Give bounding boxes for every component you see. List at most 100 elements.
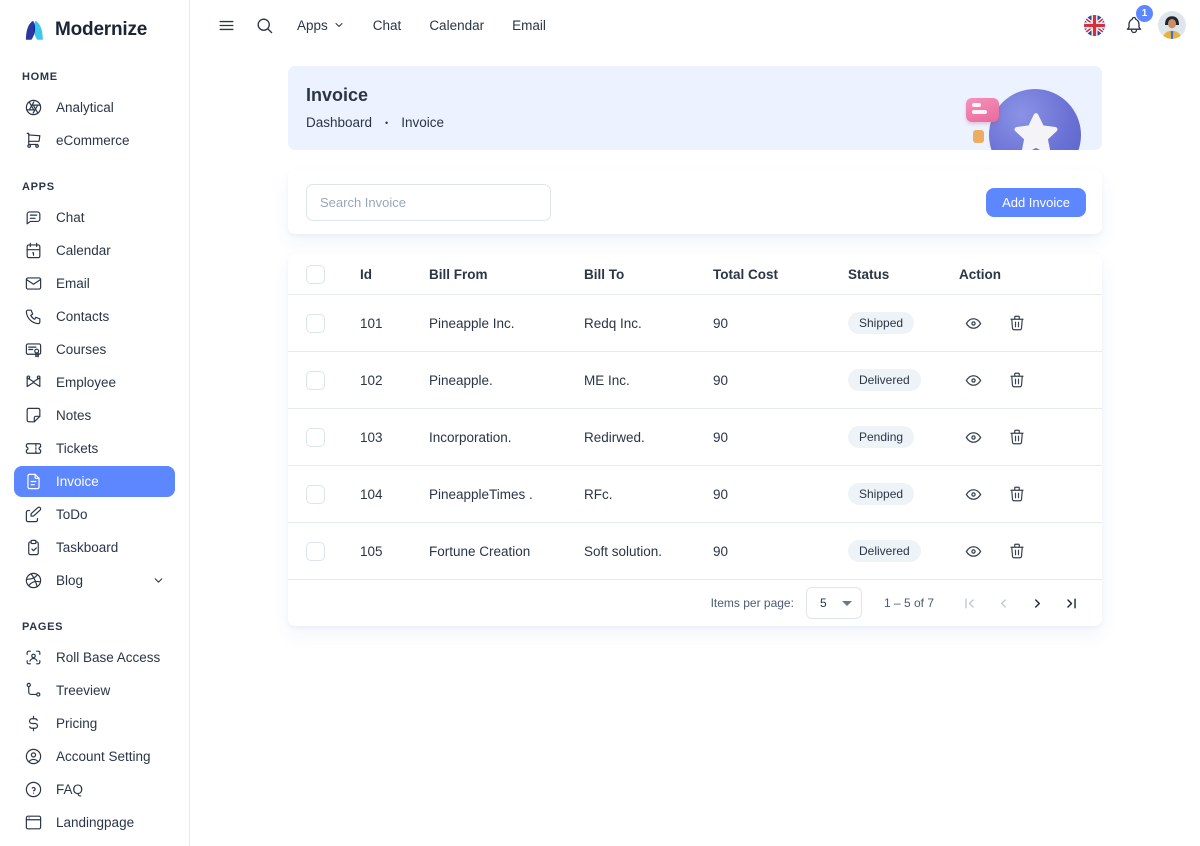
column-header-id: Id — [360, 267, 429, 282]
ticket-icon — [24, 439, 43, 458]
nav-email-link[interactable]: Email — [501, 12, 557, 39]
main-area: Apps Chat Calendar Email — [190, 0, 1200, 846]
sidebar-item-employee[interactable]: Employee — [14, 367, 175, 398]
delete-invoice-button[interactable] — [1003, 309, 1031, 337]
chevron-down-icon — [333, 19, 345, 31]
add-invoice-button[interactable]: Add Invoice — [986, 188, 1086, 217]
certificate-icon — [24, 340, 43, 359]
page-content: Invoice Dashboard • Invoice — [190, 50, 1200, 846]
sidebar: Modernize HOME Analytical eCommerce APPS… — [0, 0, 190, 846]
row-checkbox[interactable] — [306, 542, 325, 561]
sidebar-item-roll-base-access[interactable]: Roll Base Access — [14, 642, 175, 673]
delete-invoice-button[interactable] — [1003, 537, 1031, 565]
column-header-action: Action — [958, 267, 1102, 282]
sidebar-item-notes[interactable]: Notes — [14, 400, 175, 431]
delete-invoice-button[interactable] — [1003, 366, 1031, 394]
view-invoice-button[interactable] — [959, 366, 987, 394]
trash-icon — [1008, 314, 1026, 332]
employee-badge-icon — [24, 373, 43, 392]
next-page-button[interactable] — [1020, 586, 1054, 620]
row-checkbox[interactable] — [306, 485, 325, 504]
sidebar-item-pricing[interactable]: Pricing — [14, 708, 175, 739]
cell-total-cost: 90 — [713, 544, 848, 559]
trash-icon — [1008, 485, 1026, 503]
previous-page-button[interactable] — [986, 586, 1020, 620]
cell-bill-to: Soft solution. — [584, 544, 713, 559]
view-invoice-button[interactable] — [959, 423, 987, 451]
invoice-table-card: Id Bill From Bill To Total Cost Status A… — [288, 254, 1102, 626]
cell-total-cost: 90 — [713, 316, 848, 331]
cell-id: 105 — [360, 544, 429, 559]
sidebar-item-todo[interactable]: ToDo — [14, 499, 175, 530]
hamburger-menu-button[interactable] — [210, 9, 242, 41]
sidebar-item-label: Treeview — [56, 683, 110, 698]
sidebar-item-label: FAQ — [56, 782, 83, 797]
status-badge: Shipped — [848, 312, 914, 334]
select-all-checkbox[interactable] — [306, 265, 325, 284]
mail-icon — [24, 274, 43, 293]
table-header-row: Id Bill From Bill To Total Cost Status A… — [288, 254, 1102, 295]
sidebar-item-tickets[interactable]: Tickets — [14, 433, 175, 464]
delete-invoice-button[interactable] — [1003, 480, 1031, 508]
trash-icon — [1008, 428, 1026, 446]
language-flag-button[interactable] — [1078, 9, 1110, 41]
sidebar-item-ecommerce[interactable]: eCommerce — [14, 125, 175, 156]
search-invoice-input[interactable] — [306, 184, 551, 221]
sidebar-item-landingpage[interactable]: Landingpage — [14, 807, 175, 838]
column-header-total-cost: Total Cost — [713, 267, 848, 282]
sidebar-item-courses[interactable]: Courses — [14, 334, 175, 365]
sidebar-item-blog[interactable]: Blog — [14, 565, 175, 596]
sidebar-item-account-setting[interactable]: Account Setting — [14, 741, 175, 772]
search-icon[interactable] — [248, 9, 280, 41]
cell-total-cost: 90 — [713, 430, 848, 445]
nav-calendar-link[interactable]: Calendar — [418, 12, 495, 39]
sidebar-item-faq[interactable]: FAQ — [14, 774, 175, 805]
nav-apps-dropdown[interactable]: Apps — [286, 12, 356, 39]
status-badge: Delivered — [848, 369, 921, 391]
phone-icon — [24, 307, 43, 326]
sidebar-item-calendar[interactable]: Calendar — [14, 235, 175, 266]
delete-invoice-button[interactable] — [1003, 423, 1031, 451]
chevron-left-icon — [995, 595, 1012, 612]
section-title-apps: APPS — [22, 181, 175, 193]
view-invoice-button[interactable] — [959, 537, 987, 565]
sidebar-item-taskboard[interactable]: Taskboard — [14, 532, 175, 563]
brand-logo[interactable]: Modernize — [14, 14, 175, 46]
modernize-logo-icon — [20, 17, 47, 44]
cell-bill-from: Pineapple. — [429, 373, 584, 388]
table-row: 103 Incorporation. Redirwed. 90 Pending — [288, 409, 1102, 466]
nav-chat-link[interactable]: Chat — [362, 12, 413, 39]
blog-icon — [24, 571, 43, 590]
items-per-page-select[interactable]: 5 — [806, 587, 862, 619]
items-per-page-label: Items per page: — [711, 596, 794, 610]
first-page-button[interactable] — [952, 586, 986, 620]
chevron-down-icon — [152, 574, 165, 587]
last-page-icon — [1063, 595, 1080, 612]
trash-icon — [1008, 371, 1026, 389]
breadcrumb-card: Invoice Dashboard • Invoice — [288, 66, 1102, 150]
view-invoice-button[interactable] — [959, 309, 987, 337]
sidebar-item-chat[interactable]: Chat — [14, 202, 175, 233]
column-header-bill-to: Bill To — [584, 267, 713, 282]
clipboard-icon — [24, 538, 43, 557]
top-header: Apps Chat Calendar Email — [190, 0, 1200, 50]
user-avatar[interactable] — [1158, 11, 1186, 39]
notifications-button[interactable]: 1 — [1118, 9, 1150, 41]
aperture-icon — [24, 98, 43, 117]
breadcrumb-dashboard-link[interactable]: Dashboard — [306, 115, 372, 130]
sidebar-item-email[interactable]: Email — [14, 268, 175, 299]
sidebar-item-invoice[interactable]: Invoice — [14, 466, 175, 497]
row-checkbox[interactable] — [306, 428, 325, 447]
last-page-button[interactable] — [1054, 586, 1088, 620]
view-invoice-button[interactable] — [959, 480, 987, 508]
sidebar-item-treeview[interactable]: Treeview — [14, 675, 175, 706]
row-checkbox[interactable] — [306, 371, 325, 390]
sidebar-item-contacts[interactable]: Contacts — [14, 301, 175, 332]
row-checkbox[interactable] — [306, 314, 325, 333]
column-header-bill-from: Bill From — [429, 267, 584, 282]
sidebar-item-analytical[interactable]: Analytical — [14, 92, 175, 123]
cube-shape — [973, 130, 984, 143]
cell-total-cost: 90 — [713, 487, 848, 502]
cart-icon — [24, 131, 43, 150]
eye-icon — [964, 314, 983, 333]
